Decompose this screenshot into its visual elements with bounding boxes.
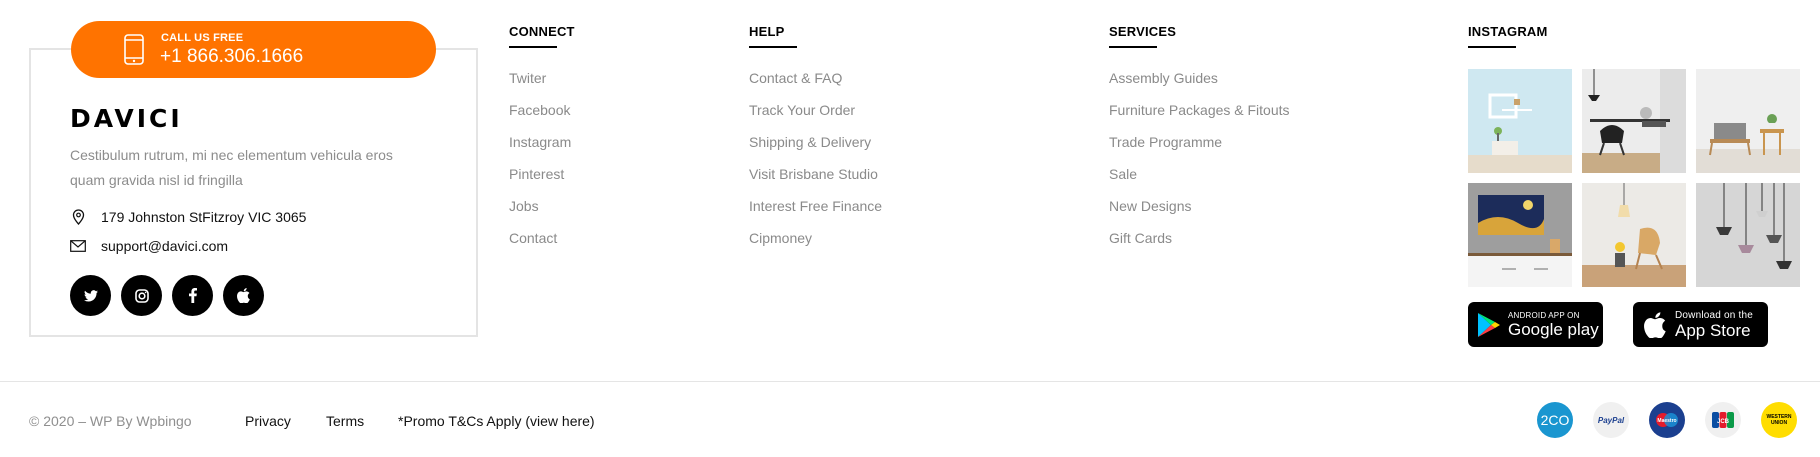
footer-link[interactable]: Contact & FAQ <box>749 70 882 102</box>
maestro-payment-icon: Maestro <box>1649 402 1685 438</box>
instagram-gallery <box>1468 69 1800 287</box>
heading-underline <box>1109 46 1157 48</box>
address-row: 179 Johnston StFitzroy VIC 3065 <box>70 209 306 225</box>
instagram-icon[interactable] <box>121 275 162 316</box>
instagram-photo[interactable] <box>1468 183 1572 287</box>
svg-text:Maestro: Maestro <box>1657 418 1676 424</box>
footer-link[interactable]: Visit Brisbane Studio <box>749 166 882 198</box>
footer-link[interactable]: Contact <box>509 230 575 262</box>
connect-links: Twiter Facebook Instagram Pinterest Jobs… <box>509 70 575 262</box>
paypal-payment-icon: PayPal <box>1593 402 1629 438</box>
heading-underline <box>749 46 797 48</box>
footer-link[interactable]: New Designs <box>1109 198 1290 230</box>
heading-underline <box>509 46 557 48</box>
google-play-badge[interactable]: ANDROID APP ON Google play <box>1468 302 1603 347</box>
call-us-label: CALL US FREE <box>161 32 244 44</box>
help-column: HELP Contact & FAQ Track Your Order Ship… <box>749 24 882 262</box>
payment-methods: 2CO PayPal Maestro JCB WESTERN UNION <box>1537 402 1797 438</box>
instagram-photo[interactable] <box>1582 183 1686 287</box>
footer-link[interactable]: Jobs <box>509 198 575 230</box>
heading-underline <box>1468 46 1516 48</box>
footer-link[interactable]: Furniture Packages & Fitouts <box>1109 102 1290 134</box>
footer-link[interactable]: Facebook <box>509 102 575 134</box>
help-links: Contact & FAQ Track Your Order Shipping … <box>749 70 882 262</box>
envelope-icon <box>70 238 86 254</box>
social-links <box>70 275 264 316</box>
instagram-heading: INSTAGRAM <box>1468 24 1548 39</box>
email-link[interactable]: support@davici.com <box>101 238 228 254</box>
footer-link[interactable]: Pinterest <box>509 166 575 198</box>
instagram-photo[interactable] <box>1468 69 1572 173</box>
footer-link[interactable]: Shipping & Delivery <box>749 134 882 166</box>
app-store-label: App Store <box>1675 320 1751 340</box>
apple-icon[interactable] <box>223 275 264 316</box>
app-store-badge[interactable]: Download on the App Store <box>1633 302 1768 347</box>
promo-terms-link[interactable]: *Promo T&Cs Apply (view here) <box>398 413 595 429</box>
footer-divider <box>0 381 1820 382</box>
footer-link[interactable]: Sale <box>1109 166 1290 198</box>
connect-column: CONNECT Twiter Facebook Instagram Pinter… <box>509 24 575 262</box>
footer-link[interactable]: Cipmoney <box>749 230 882 262</box>
google-play-small-label: ANDROID APP ON <box>1508 310 1580 320</box>
footer-link[interactable]: Assembly Guides <box>1109 70 1290 102</box>
email-row[interactable]: support@davici.com <box>70 238 228 254</box>
instagram-photo[interactable] <box>1582 69 1686 173</box>
apple-logo-icon <box>1644 311 1666 338</box>
footer-link[interactable]: Gift Cards <box>1109 230 1290 262</box>
mobile-phone-icon <box>124 34 144 70</box>
google-play-icon <box>1477 312 1501 338</box>
phone-number[interactable]: +1 866.306.1666 <box>160 46 303 68</box>
call-us-pill[interactable]: CALL US FREE +1 866.306.1666 <box>71 21 436 78</box>
instagram-column: INSTAGRAM <box>1468 24 1548 48</box>
footer-link[interactable]: Track Your Order <box>749 102 882 134</box>
instagram-photo[interactable] <box>1696 69 1800 173</box>
connect-heading: CONNECT <box>509 24 575 39</box>
location-pin-icon <box>70 209 86 225</box>
services-heading: SERVICES <box>1109 24 1177 39</box>
footer-link[interactable]: Trade Programme <box>1109 134 1290 166</box>
facebook-icon[interactable] <box>172 275 213 316</box>
services-links: Assembly Guides Furniture Packages & Fit… <box>1109 70 1290 262</box>
footer-link[interactable]: Instagram <box>509 134 575 166</box>
footer-link[interactable]: Interest Free Finance <box>749 198 882 230</box>
copyright-text: © 2020 – WP By Wpbingo <box>29 413 192 429</box>
jcb-payment-icon: JCB <box>1705 402 1741 438</box>
footer-link[interactable]: Twiter <box>509 70 575 102</box>
instagram-photo[interactable] <box>1696 183 1800 287</box>
twitter-icon[interactable] <box>70 275 111 316</box>
western-union-payment-icon: WESTERN UNION <box>1761 402 1797 438</box>
help-heading: HELP <box>749 24 785 39</box>
address-text: 179 Johnston StFitzroy VIC 3065 <box>101 209 307 225</box>
app-store-small-label: Download on the <box>1675 309 1754 321</box>
privacy-link[interactable]: Privacy <box>245 413 291 429</box>
2co-payment-icon: 2CO <box>1537 402 1573 438</box>
brand-description: Cestibulum rutrum, mi nec elementum vehi… <box>70 147 393 188</box>
services-column: SERVICES Assembly Guides Furniture Packa… <box>1109 24 1290 262</box>
google-play-label: Google play <box>1508 319 1599 339</box>
terms-link[interactable]: Terms <box>326 413 364 429</box>
brand-logo[interactable]: DAVICI <box>70 104 183 133</box>
svg-text:JCB: JCB <box>1717 419 1730 425</box>
